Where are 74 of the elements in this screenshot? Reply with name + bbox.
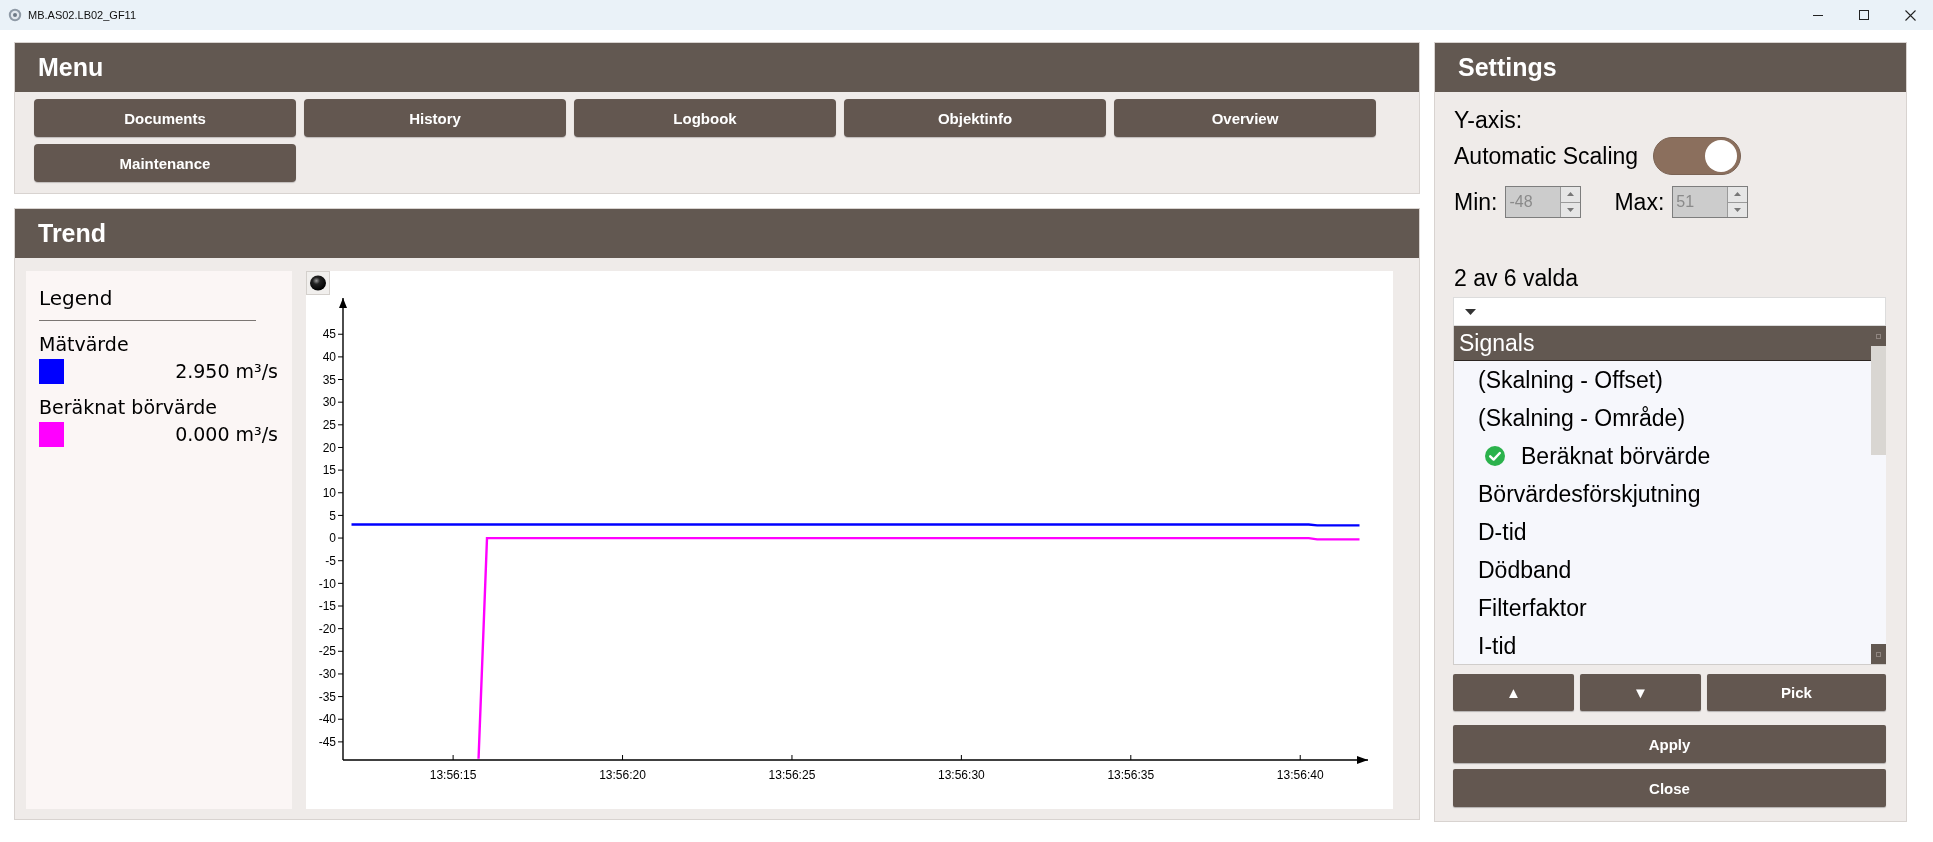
scroll-up-button[interactable]: [1871, 326, 1886, 346]
menu-button[interactable]: History: [304, 99, 566, 137]
menu-button[interactable]: Logbook: [574, 99, 836, 137]
y-tick-label: -10: [318, 576, 336, 591]
x-tick-label: 13:56:30: [938, 768, 985, 782]
y-axis-label: Y-axis:: [1454, 106, 1523, 134]
dropdown-field[interactable]: [1453, 297, 1886, 326]
caret-down-icon: [1567, 207, 1575, 212]
window-title: MB.AS02.LB02_GF11: [28, 9, 137, 21]
panel-header: Settings: [1435, 43, 1906, 92]
y-tick-label: -30: [318, 667, 336, 682]
panel-header: Menu: [15, 43, 1419, 92]
x-tick-label: 13:56:40: [1276, 768, 1324, 782]
signal-list-item[interactable]: (Skalning - Område): [1454, 399, 1871, 437]
close-button[interactable]: Close: [1453, 769, 1886, 807]
legend-value: 2.950 m³/s: [175, 360, 278, 382]
y-tick-label: 0: [329, 531, 336, 546]
ring-icon: [8, 8, 22, 22]
signal-list-item[interactable]: Dödband: [1454, 551, 1871, 589]
move-up-button[interactable]: ▲: [1453, 674, 1574, 711]
legend-label: Beräknat börvärde: [39, 396, 217, 418]
auto-scaling-label: Automatic Scaling: [1454, 142, 1639, 170]
signal-list-item[interactable]: Filterfaktor: [1454, 589, 1871, 627]
signal-list-item[interactable]: I-tid: [1454, 627, 1871, 664]
y-tick-label: -45: [318, 735, 336, 750]
apply-button[interactable]: Apply: [1453, 725, 1886, 763]
menu-button[interactable]: Overview: [1114, 99, 1376, 137]
menu-button[interactable]: Documents: [34, 99, 296, 137]
y-tick-label: 35: [322, 372, 336, 387]
toggle-switch[interactable]: [1653, 137, 1742, 175]
move-down-button[interactable]: ▼: [1580, 674, 1701, 711]
y-tick-label: 10: [322, 485, 336, 500]
caret-down-icon: [1465, 308, 1476, 315]
scroll-down-button[interactable]: [1871, 644, 1886, 664]
y-tick-label: -40: [318, 712, 336, 727]
legend-value: 0.000 m³/s: [175, 423, 278, 445]
max-label: Max:: [1614, 188, 1665, 216]
y-tick-label: 40: [322, 350, 336, 365]
signal-list-item[interactable]: D-tid: [1454, 513, 1871, 551]
close-icon: [1904, 9, 1916, 21]
selection-count: 2 av 6 valda: [1454, 264, 1579, 292]
y-tick-label: -15: [318, 599, 336, 614]
y-tick-label: 20: [322, 440, 336, 455]
panel-header: Trend: [15, 209, 1419, 258]
legend-label: Mätvärde: [39, 333, 129, 355]
list-header: Signals: [1454, 326, 1871, 361]
x-tick-label: 13:56:15: [429, 768, 477, 782]
check-circle-icon: [1485, 446, 1505, 466]
y-tick-label: -35: [318, 689, 336, 704]
caret-up-icon: [1734, 192, 1742, 197]
min-label: Min:: [1454, 188, 1498, 216]
caret-down-icon: [1734, 207, 1742, 212]
signal-list-item[interactable]: (Skalning - Offset): [1454, 361, 1871, 399]
x-tick-label: 13:56:20: [599, 768, 646, 782]
scrollbar-thumb[interactable]: [1871, 346, 1886, 455]
menu-button[interactable]: Objektinfo: [844, 99, 1106, 137]
x-tick-label: 13:56:35: [1107, 768, 1155, 782]
y-tick-label: 25: [322, 418, 336, 432]
x-tick-label: 13:56:25: [768, 768, 816, 782]
pick-button[interactable]: Pick: [1707, 674, 1886, 711]
y-tick-label: -20: [318, 621, 336, 636]
y-tick-label: -5: [325, 553, 336, 568]
minimize-icon: [1813, 14, 1823, 16]
y-tick-label: 30: [322, 395, 336, 410]
y-tick-label: -25: [318, 644, 336, 659]
y-tick-label: 45: [322, 327, 336, 342]
caret-up-icon: [1567, 192, 1575, 197]
y-tick-label: 15: [322, 463, 336, 478]
signal-list-item[interactable]: Börvärdesförskjutning: [1454, 475, 1871, 513]
signal-list-item[interactable]: Beräknat börvärde: [1454, 437, 1871, 475]
menu-button[interactable]: Maintenance: [34, 144, 296, 182]
maximize-icon: [1859, 10, 1869, 20]
legend-title: Legend: [39, 286, 113, 310]
y-tick-label: 5: [329, 508, 336, 523]
